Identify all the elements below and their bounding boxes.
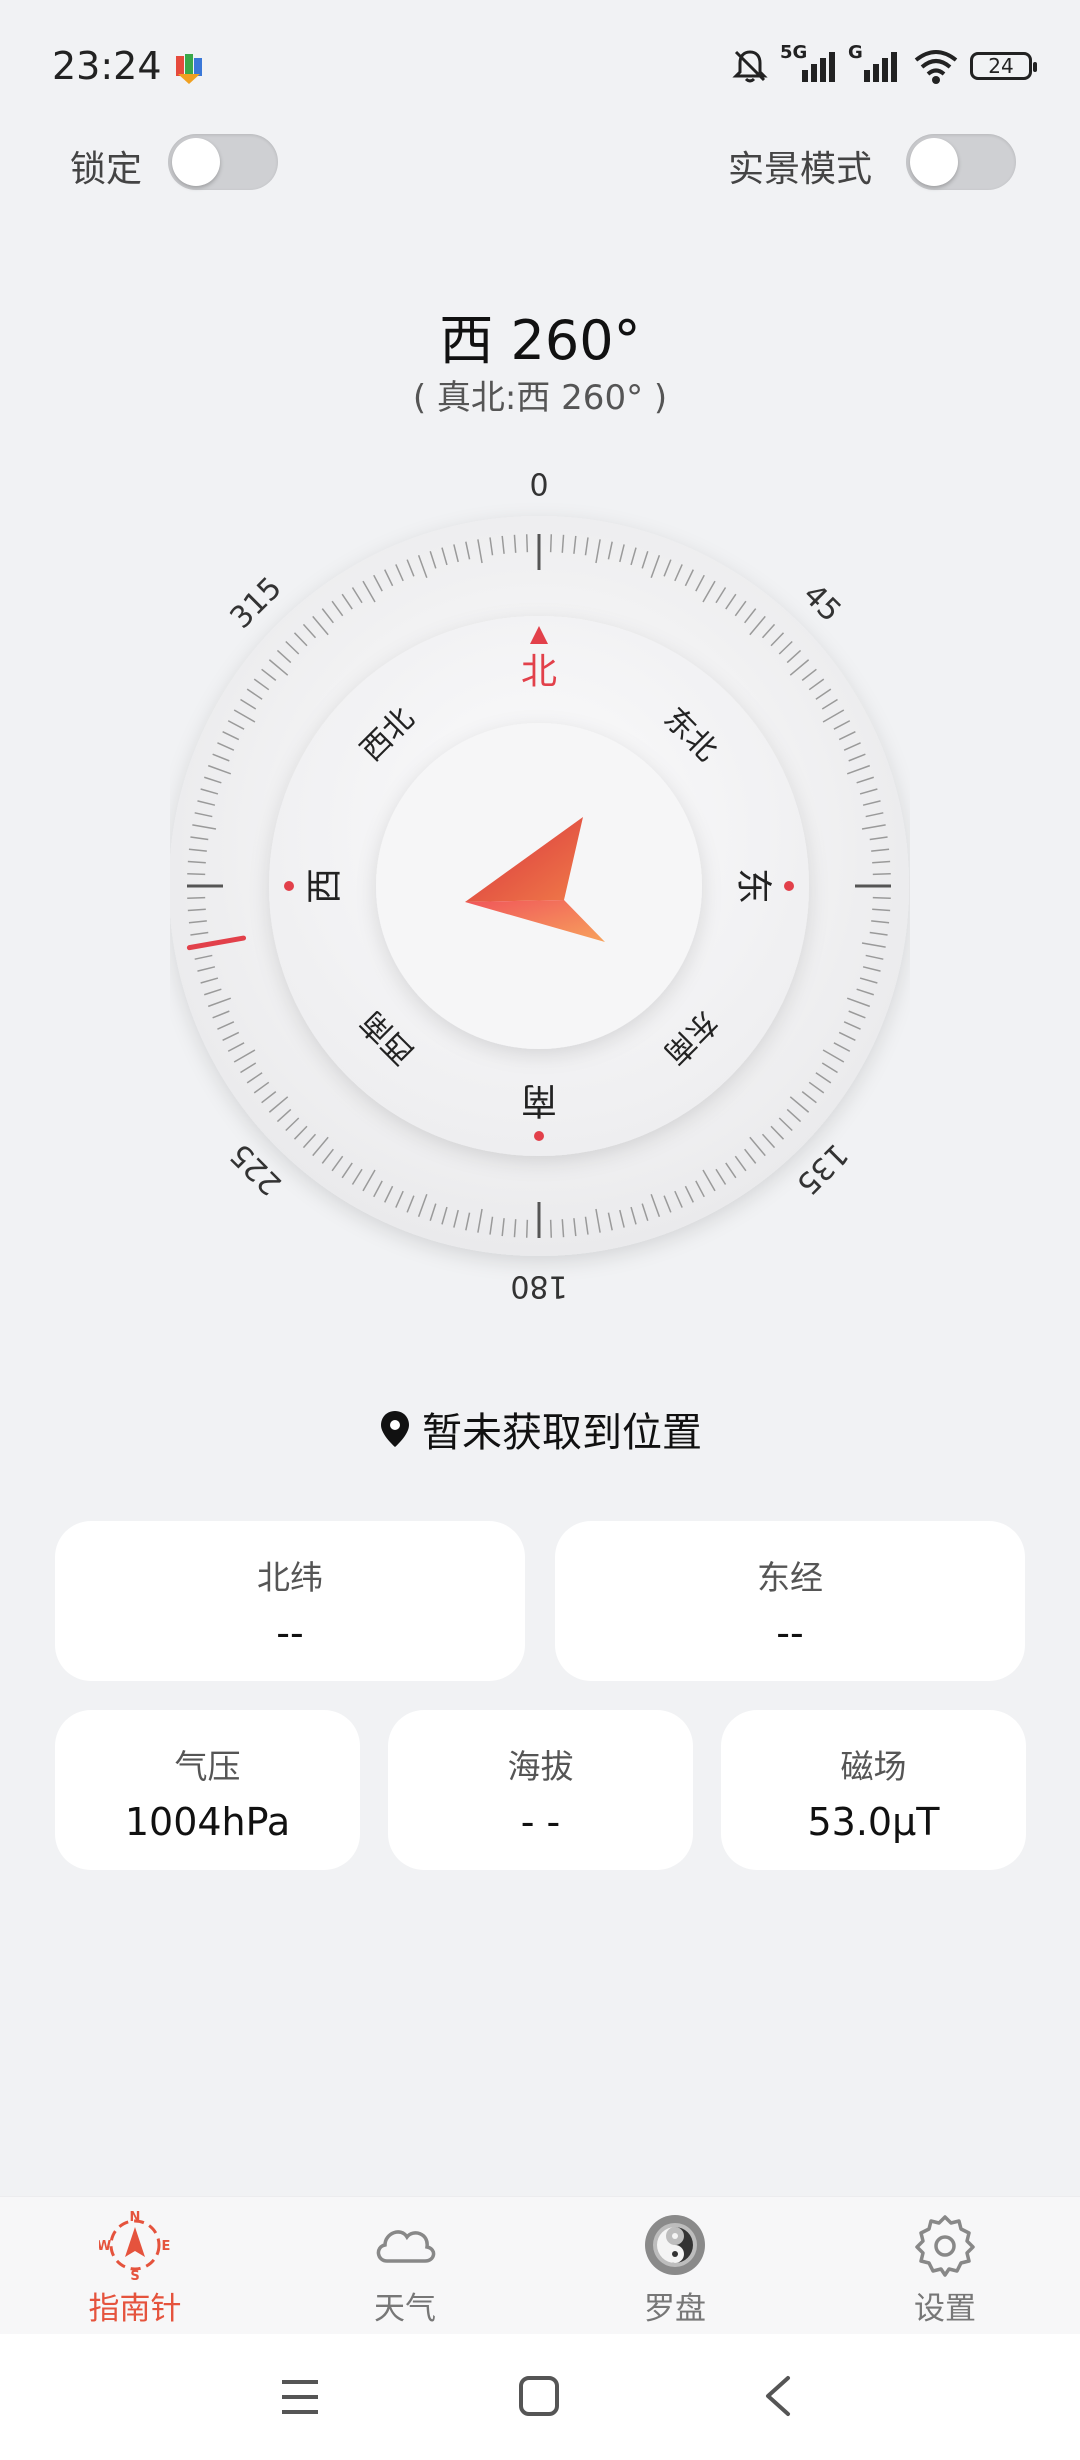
location-status: 暂未获取到位置	[0, 1400, 1080, 1458]
compass-tick	[549, 1219, 553, 1238]
battery-icon: 24	[970, 52, 1037, 80]
compass-tick	[549, 534, 553, 553]
lock-toggle[interactable]	[168, 134, 278, 190]
longitude-value: --	[776, 1611, 804, 1655]
battery-level: 24	[988, 54, 1014, 78]
compass-icon-n: N	[130, 2210, 141, 2225]
system-nav-bar	[0, 2334, 1080, 2460]
signal-g-icon: G	[848, 42, 902, 86]
compass-tick	[187, 872, 206, 876]
live-view-label: 实景模式	[728, 149, 873, 190]
gear-icon	[915, 2215, 975, 2277]
live-view-toggle[interactable]	[906, 134, 1016, 190]
pressure-card: 气压 1004hPa	[55, 1710, 360, 1870]
true-north-heading: ( 真北:西 260° )	[412, 378, 668, 418]
nav-luopan[interactable]: 罗盘	[595, 2209, 755, 2328]
compass-degree-label: 180	[510, 1269, 567, 1301]
magnetic-value: 53.0μT	[807, 1800, 940, 1844]
pressure-label: 气压	[174, 1747, 241, 1786]
nav-compass-label: 指南针	[88, 2291, 182, 2327]
altitude-label: 海拔	[507, 1747, 574, 1786]
longitude-card: 东经 --	[555, 1521, 1025, 1681]
bottom-nav: N E S W 指南针 天气 罗盘 设置	[0, 2196, 1080, 2335]
nav-weather-label: 天气	[374, 2291, 436, 2327]
latitude-card: 北纬 --	[55, 1521, 525, 1681]
longitude-label: 东经	[757, 1558, 823, 1597]
mute-bell-icon	[732, 50, 768, 83]
compass-direction-e: 东	[733, 868, 774, 904]
back-icon[interactable]	[760, 2374, 796, 2418]
home-icon[interactable]	[517, 2374, 561, 2418]
magnetic-label: 磁场	[840, 1747, 907, 1786]
compass-icon-e: E	[162, 2239, 171, 2254]
cardinal-dot	[284, 881, 294, 891]
cardinal-dot	[534, 1131, 544, 1141]
altitude-value: - -	[520, 1800, 561, 1844]
compass-icon: N E S W	[99, 2210, 171, 2281]
compass-degree-label: 45	[796, 577, 848, 629]
compass-direction-w: 西	[305, 868, 346, 904]
nav-weather[interactable]: 天气	[325, 2209, 485, 2328]
location-pin-icon	[381, 1411, 409, 1447]
heading-direction: 西 260°	[439, 309, 641, 372]
lock-label: 锁定	[70, 149, 143, 190]
compass-tick	[525, 1219, 529, 1238]
compass-direction-n: 北	[521, 652, 557, 693]
latitude-label: 北纬	[257, 1558, 323, 1597]
magnetic-card: 磁场 53.0μT	[721, 1710, 1026, 1870]
signal-5g-icon: 5G	[780, 42, 838, 86]
cloud-icon	[376, 2230, 436, 2263]
altitude-card: 海拔 - -	[388, 1710, 693, 1870]
status-icons: 5G G 24	[730, 42, 1037, 88]
wifi-icon	[914, 50, 958, 84]
compass-tick	[187, 896, 206, 900]
nav-luopan-label: 罗盘	[644, 2291, 706, 2327]
app-notification-icon	[176, 54, 202, 84]
compass-degree-label: 0	[529, 470, 548, 504]
compass-dial[interactable]: 04590135180225270315 北东北东东南南西南西西北	[170, 470, 910, 1300]
status-time: 23:24	[52, 44, 162, 88]
toggle-knob	[172, 138, 220, 186]
compass-tick	[872, 872, 891, 876]
nav-settings[interactable]: 设置	[865, 2209, 1025, 2328]
bagua-icon	[645, 2215, 705, 2275]
compass-tick	[525, 534, 529, 553]
compass-tick	[872, 896, 891, 900]
toggle-knob	[910, 138, 958, 186]
nav-settings-label: 设置	[914, 2291, 976, 2327]
compass-direction-s: 南	[521, 1080, 557, 1121]
menu-icon[interactable]	[278, 2376, 322, 2418]
nav-compass[interactable]: N E S W 指南针	[55, 2209, 215, 2328]
compass-icon-w: W	[99, 2239, 111, 2254]
location-status-text: 暂未获取到位置	[422, 1410, 702, 1456]
cardinal-dot	[784, 881, 794, 891]
pressure-value: 1004hPa	[124, 1800, 291, 1844]
compass-icon-s: S	[130, 2269, 139, 2281]
latitude-value: --	[276, 1611, 304, 1655]
